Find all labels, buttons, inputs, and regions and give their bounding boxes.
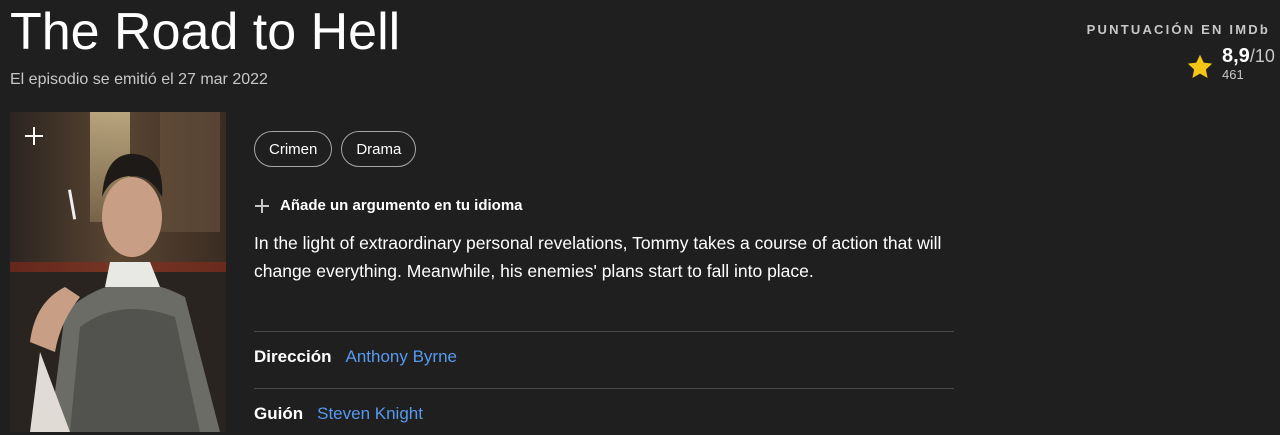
divider — [254, 331, 954, 332]
genre-chip-crimen[interactable]: Crimen — [254, 131, 333, 167]
rating-outof: /10 — [1249, 46, 1275, 66]
rating-votes: 461 — [1222, 67, 1244, 82]
divider — [254, 388, 954, 389]
director-link[interactable]: Anthony Byrne — [345, 347, 457, 367]
episode-title: The Road to Hell — [10, 3, 401, 61]
add-plot-link[interactable]: Añade un argumento en tu idioma — [254, 197, 523, 214]
add-plot-label: Añade un argumento en tu idioma — [280, 197, 523, 214]
credit-label-director: Dirección — [254, 347, 332, 366]
credit-director: Dirección Anthony Byrne — [254, 347, 457, 367]
genre-chip-drama[interactable]: Drama — [341, 131, 417, 167]
add-to-watchlist-icon[interactable] — [22, 124, 46, 148]
poster-image — [10, 112, 226, 432]
plot-summary: In the light of extraordinary personal r… — [254, 233, 942, 281]
genre-chips: Crimen Drama — [254, 131, 417, 167]
plus-icon — [255, 198, 269, 213]
credit-writer: Guión Steven Knight — [254, 404, 423, 424]
airdate-text: El episodio se emitió el 27 mar 2022 — [10, 71, 268, 88]
rating-score: 8,9 — [1222, 45, 1250, 67]
writer-link[interactable]: Steven Knight — [317, 404, 423, 424]
credit-label-writer: Guión — [254, 404, 304, 423]
rating-label: PUNTUACIÓN EN IMDb — [1086, 22, 1270, 37]
imdb-rating[interactable]: PUNTUACIÓN EN IMDb 8,9/10 461 — [1070, 22, 1275, 82]
rating-row[interactable]: 8,9/10 461 — [1185, 46, 1275, 82]
episode-page: The Road to Hell El episodio se emitió e… — [0, 0, 1280, 435]
episode-poster[interactable] — [10, 112, 226, 432]
star-icon — [1187, 54, 1213, 78]
